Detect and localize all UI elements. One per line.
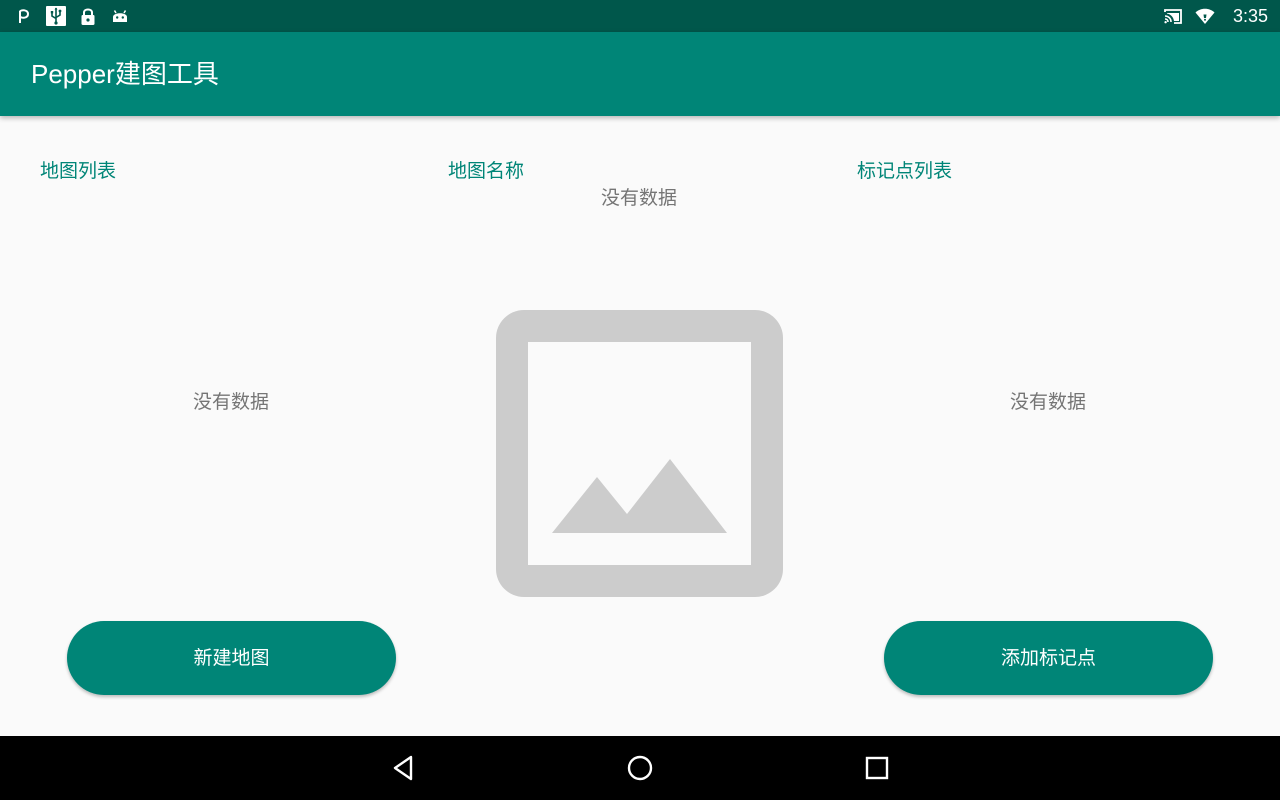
app-title: Pepper建图工具: [31, 59, 219, 89]
status-time: 3:35: [1232, 5, 1268, 26]
map-name-header: 地图名称: [448, 160, 525, 182]
cast-icon: [1164, 9, 1182, 24]
system-icons: 3:35: [1163, 4, 1268, 28]
lock-icon: [81, 8, 95, 25]
status-bar: 3:35: [0, 0, 1280, 32]
add-marker-button[interactable]: 添加标记点: [884, 621, 1213, 695]
home-icon[interactable]: [624, 752, 656, 784]
main-content: 地图列表 没有数据 地图名称 没有数据 标记点列表 没有数据 新建地图 添加标记…: [0, 116, 1280, 736]
map-list-header: 地图列表: [40, 160, 117, 182]
usb-icon: [46, 6, 66, 26]
notification-icons: [14, 4, 130, 28]
pepper-p-icon: [19, 9, 30, 23]
new-map-button[interactable]: 新建地图: [67, 621, 396, 695]
back-icon[interactable]: [388, 752, 420, 784]
wifi-icon: [1195, 8, 1215, 24]
marker-list-empty-text: 没有数据: [1010, 391, 1087, 413]
recents-icon[interactable]: [861, 752, 893, 784]
android-icon: [113, 10, 127, 22]
navigation-bar: [0, 736, 1280, 800]
image-placeholder-icon: [496, 310, 783, 597]
map-name-empty-text: 没有数据: [601, 187, 678, 209]
marker-list-header: 标记点列表: [857, 160, 953, 182]
map-list-empty-text: 没有数据: [193, 391, 270, 413]
app-bar: Pepper建图工具: [0, 32, 1280, 116]
